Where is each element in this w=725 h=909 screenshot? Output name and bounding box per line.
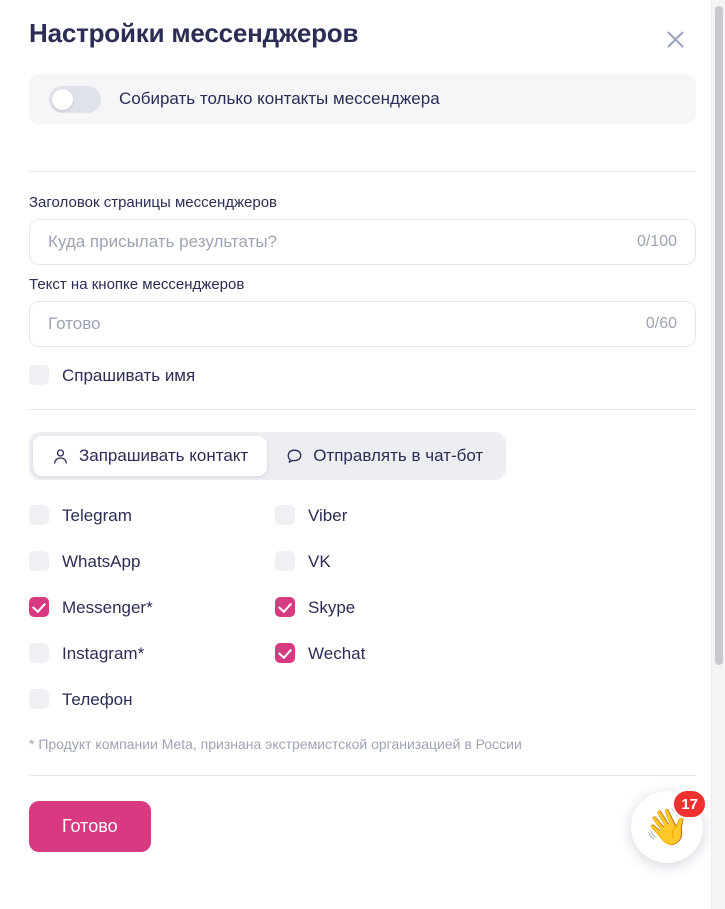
modal-header: Настройки мессенджеров [29,0,696,74]
page-title-field-label: Заголовок страницы мессенджеров [29,194,278,211]
chat-bubble-icon [286,448,303,465]
fields-section: Заголовок страницы мессенджеров 0/100 Те… [29,172,696,385]
messenger-checkbox-telegram[interactable] [29,505,49,525]
close-button[interactable] [660,24,690,54]
messenger-checkbox-messenger[interactable] [29,597,49,617]
page-title-input[interactable] [48,232,627,252]
toggle-label: Собирать только контакты мессенджера [119,89,440,108]
messenger-checkbox-instagram[interactable] [29,643,49,663]
tab-request-contact[interactable]: Запрашивать контакт [33,436,268,476]
help-widget[interactable]: 👋 17 [631,789,707,863]
tab-send-to-chatbot[interactable]: Отправлять в чат-бот [267,436,502,476]
messenger-row[interactable]: VK [275,551,696,571]
button-text-input[interactable] [48,314,636,334]
messenger-label: VK [308,551,331,571]
page-title: Настройки мессенджеров [29,18,359,48]
messenger-label: Телефон [62,689,133,709]
tab-send-to-chatbot-label: Отправлять в чат-бот [313,446,484,465]
tab-request-contact-label: Запрашивать контакт [79,446,249,465]
messenger-settings-modal: Настройки мессенджеров Собирать только к… [0,0,725,909]
divider-middle [29,409,696,410]
page-title-counter: 0/100 [636,233,677,250]
page-scrollbar-track[interactable] [711,0,725,909]
messenger-row[interactable]: Телефон [29,689,275,709]
toggle-knob [52,88,73,110]
messenger-checkbox-phone[interactable] [29,689,49,709]
button-text-counter: 0/60 [645,315,677,332]
ask-name-label: Спрашивать имя [62,365,196,385]
messenger-checkbox-wechat[interactable] [275,643,295,663]
messenger-row[interactable]: Skype [275,597,696,617]
page-scrollbar-thumb[interactable] [715,6,723,665]
messenger-row[interactable]: Wechat [275,643,696,663]
meta-footnote: * Продукт компании Meta, признана экстре… [29,736,522,752]
messenger-label: Messenger* [62,597,153,617]
page-title-input-wrap[interactable]: 0/100 [29,219,696,265]
help-badge-count: 17 [672,789,707,819]
messenger-row[interactable]: Messenger* [29,597,275,617]
messenger-row[interactable]: Viber [275,505,696,525]
messenger-label: Viber [308,505,348,525]
messenger-checkbox-skype[interactable] [275,597,295,617]
ask-name-checkbox-row[interactable]: Спрашивать имя [29,365,696,385]
mode-tabs: Запрашивать контакт Отправлять в чат-бот [29,432,507,480]
messengers-grid: Telegram Viber WhatsApp VK Messenger* Sk… [29,505,696,709]
messenger-label: Telegram [62,505,132,525]
collect-only-messenger-contacts-toggle[interactable] [49,85,101,113]
submit-button[interactable]: Готово [29,801,151,852]
messenger-label: Skype [308,597,356,617]
button-text-field-label: Текст на кнопке мессенджеров [29,276,245,293]
messenger-checkbox-vk[interactable] [275,551,295,571]
messenger-row[interactable]: Telegram [29,505,275,525]
button-text-input-wrap[interactable]: 0/60 [29,301,696,347]
ask-name-checkbox[interactable] [29,365,49,385]
messenger-label: Instagram* [62,643,145,663]
messenger-checkbox-viber[interactable] [275,505,295,525]
messenger-label: Wechat [308,643,366,663]
messenger-row[interactable]: Instagram* [29,643,275,663]
close-icon [666,30,685,49]
messenger-row[interactable]: WhatsApp [29,551,275,571]
user-icon [52,448,69,465]
modal-footer: Готово [29,776,696,852]
messenger-label: WhatsApp [62,551,141,571]
messenger-checkbox-whatsapp[interactable] [29,551,49,571]
collect-only-messenger-contacts-row[interactable]: Собирать только контакты мессенджера [29,74,696,124]
